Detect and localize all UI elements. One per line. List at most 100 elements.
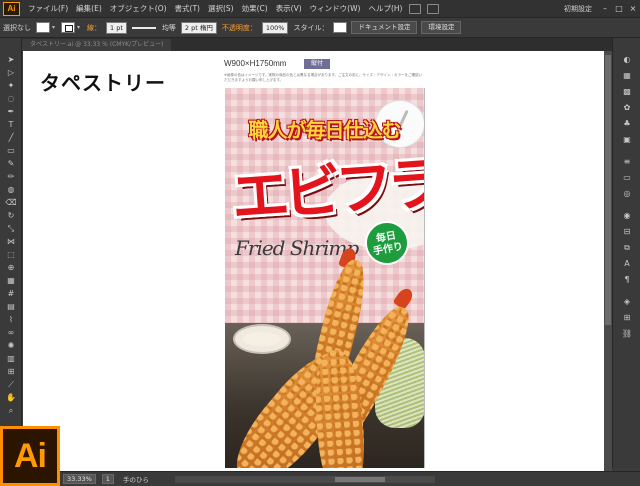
poster-title: エビフライ [229,145,424,232]
symbol-sprayer-tool-icon[interactable]: ✺ [5,340,17,351]
free-transform-tool-icon[interactable]: ⬚ [5,249,17,260]
menu-window[interactable]: ウィンドウ(W) [306,3,365,14]
orientation-badge: 縦付 [304,59,330,69]
stroke-panel-icon[interactable]: ≡ [621,156,633,167]
workspace-switcher[interactable]: 初期設定 [564,4,592,14]
arrange-documents-icon[interactable] [427,3,440,14]
chevron-down-icon[interactable]: ▾ [77,24,80,31]
slice-tool-icon[interactable]: ⟋ [5,379,17,390]
links-panel-icon[interactable]: ⛓ [621,328,633,339]
stroke-swatch[interactable] [61,22,76,33]
size-label: W900×H1750mm [224,59,287,68]
magic-wand-tool-icon[interactable]: ✦ [5,80,17,91]
layers-panel-icon[interactable]: ◈ [621,296,633,307]
fill-swatch[interactable] [36,22,50,33]
symbols-panel-icon[interactable]: ♣ [621,118,633,129]
scroll-thumb[interactable] [605,55,611,325]
character-panel-icon[interactable]: A [621,258,633,269]
artboards-panel-icon[interactable]: ⊞ [621,312,633,323]
eraser-tool-icon[interactable]: ⌫ [5,197,17,208]
gradient-panel-icon[interactable]: ▭ [621,172,633,183]
zoom-field[interactable]: 33.33% [63,474,96,484]
tartar-sauce-image [233,324,291,354]
blob-brush-tool-icon[interactable]: ◍ [5,184,17,195]
rotate-tool-icon[interactable]: ↻ [5,210,17,221]
mesh-tool-icon[interactable]: # [5,288,17,299]
status-bar: 33.33% 1 手のひら [0,471,640,486]
stroke-label[interactable]: 線： [84,23,104,33]
tapestry-artwork[interactable]: 職人が毎日仕込む エビフライ 毎日 手作り Fried Shrimp [225,88,424,468]
lasso-tool-icon[interactable]: ◌ [5,93,17,104]
artboard-heading: タペストリー [40,71,166,95]
vertical-scrollbar[interactable] [604,51,612,471]
bridge-icon[interactable] [409,3,422,14]
selection-status: 選択なし [3,23,31,32]
rectangle-tool-icon[interactable]: ▭ [5,145,17,156]
column-graph-tool-icon[interactable]: ▥ [5,353,17,364]
scale-tool-icon[interactable]: ⤡ [5,223,17,234]
variable-width-profile[interactable] [131,26,156,29]
menu-object[interactable]: オブジェクト(O) [106,3,171,14]
close-icon[interactable]: × [626,3,640,15]
opacity-field[interactable]: 100% [261,21,289,34]
artboard-tool-icon[interactable]: ⊞ [5,366,17,377]
tools-panel: ➤ ▷ ✦ ◌ ✒ T ╱ ▭ ✎ ✏ ◍ ⌫ ↻ ⤡ ⋈ ⬚ ⊕ ▦ # ▤ … [0,38,22,468]
opacity-label[interactable]: 不透明度： [219,23,260,33]
artboard-navigation-field[interactable]: 1 [101,474,114,484]
line-style-label[interactable]: 均等 [159,23,179,33]
control-bar: 選択なし ▾ ▾ 線： 1 pt 均等 2 pt 楕円 不透明度： 100% ス… [0,18,640,38]
perspective-grid-tool-icon[interactable]: ▦ [5,275,17,286]
paragraph-panel-icon[interactable]: ¶ [621,274,633,285]
menu-effect[interactable]: 効果(C) [238,3,272,14]
menu-select[interactable]: 選択(S) [204,3,238,14]
paintbrush-tool-icon[interactable]: ✎ [5,158,17,169]
eyedropper-tool-icon[interactable]: ⌇ [5,314,17,325]
menu-edit[interactable]: 編集(E) [72,3,106,14]
current-tool-status: 手のひら [122,476,149,484]
preferences-button[interactable]: 環境設定 [421,21,462,34]
scroll-thumb[interactable] [334,476,385,482]
brushes-panel-icon[interactable]: ✿ [621,102,633,113]
menu-type[interactable]: 書式(T) [171,3,204,14]
width-tool-icon[interactable]: ⋈ [5,236,17,247]
zoom-tool-icon[interactable]: ⌕ [5,405,17,416]
artboard-edge [424,88,425,468]
disclaimer-note: ※画像の色はイメージです。実際の商品の色とは異なる場合があります。ご注文の前に、… [224,73,422,82]
pen-tool-icon[interactable]: ✒ [5,106,17,117]
minimize-icon[interactable]: – [598,3,612,15]
appearance-panel-icon[interactable]: ◉ [621,210,633,221]
align-panel-icon[interactable]: ⊟ [621,226,633,237]
menu-view[interactable]: 表示(V) [272,3,306,14]
pencil-tool-icon[interactable]: ✏ [5,171,17,182]
color-guide-icon[interactable]: ▦ [621,70,633,81]
direct-selection-tool-icon[interactable]: ▷ [5,67,17,78]
gradient-tool-icon[interactable]: ▤ [5,301,17,312]
line-tool-icon[interactable]: ╱ [5,132,17,143]
transparency-panel-icon[interactable]: ◎ [621,188,633,199]
stroke-weight-field[interactable]: 1 pt [106,21,127,34]
chevron-down-icon[interactable]: ▾ [52,24,55,31]
pathfinder-panel-icon[interactable]: ⧉ [621,242,633,253]
horizontal-scrollbar[interactable] [174,475,435,483]
color-panel-icon[interactable]: ◐ [621,54,633,65]
document-tab[interactable]: タペストリー.ai @ 33.33 % (CMYK/プレビュー) [22,38,172,51]
hand-tool-icon[interactable]: ✋ [5,392,17,403]
brush-definition-field[interactable]: 2 pt 楕円 [180,21,217,34]
maximize-icon[interactable]: □ [612,3,626,15]
menu-file[interactable]: ファイル(F) [24,3,72,14]
poster-script-text: Fried Shrimp [235,236,359,260]
menu-help[interactable]: ヘルプ(H) [364,3,406,14]
style-label: スタイル： [293,23,329,32]
document-setup-button[interactable]: ドキュメント設定 [351,21,418,34]
blend-tool-icon[interactable]: ∞ [5,327,17,338]
document-tab-row: タペストリー.ai @ 33.33 % (CMYK/プレビュー) [22,38,612,51]
illustrator-logo-icon: Ai [0,426,60,486]
menu-bar: Ai ファイル(F) 編集(E) オブジェクト(O) 書式(T) 選択(S) 効… [0,0,640,18]
selection-tool-icon[interactable]: ➤ [5,54,17,65]
graphic-styles-icon[interactable]: ▣ [621,134,633,145]
app-logo-icon: Ai [3,1,20,16]
type-tool-icon[interactable]: T [5,119,17,130]
graphic-style-swatch[interactable] [333,22,348,33]
swatches-panel-icon[interactable]: ▩ [621,86,633,97]
shape-builder-tool-icon[interactable]: ⊕ [5,262,17,273]
